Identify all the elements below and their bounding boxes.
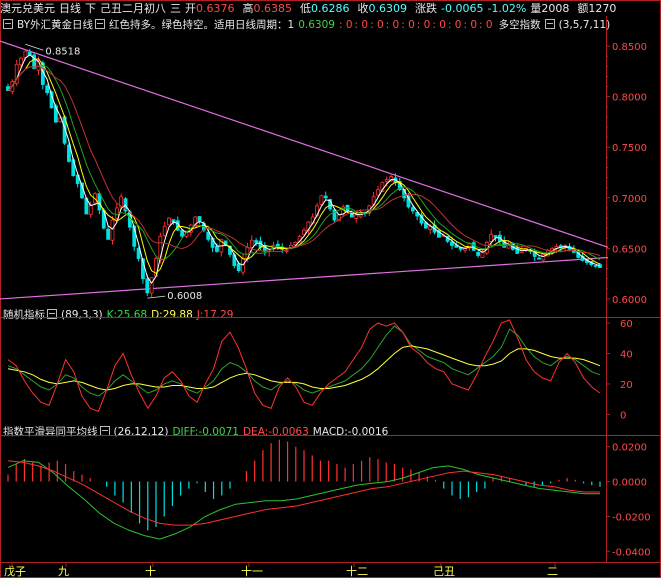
low-annotation: 0.6008 xyxy=(167,291,202,302)
macd-y-label: -0.0200 xyxy=(612,512,651,523)
kdj-y-label: 40 xyxy=(620,349,633,360)
kdj-y-label: 60 xyxy=(620,319,633,330)
kdj-panel[interactable] xyxy=(7,319,601,412)
candle-body xyxy=(236,263,241,272)
candle-body xyxy=(354,214,359,219)
candle-body xyxy=(493,235,498,238)
x-tick-label: 戊子 xyxy=(4,565,26,578)
high-annotation: 0.8518 xyxy=(45,46,80,57)
kdj-j-line xyxy=(7,319,601,412)
candle-body xyxy=(541,254,546,261)
candle-body xyxy=(162,225,167,236)
candle-body xyxy=(254,240,259,243)
low-annotation-line xyxy=(147,295,166,299)
candle-body xyxy=(384,179,389,183)
y-tick-label: 0.8500 xyxy=(612,42,647,53)
candle-body xyxy=(106,228,111,240)
candle-body xyxy=(110,219,115,241)
x-axis: 戊子 九 十 十一 十二 己丑 二 xyxy=(4,562,558,578)
kdj-d-line xyxy=(7,345,601,391)
x-tick-label: 己丑 xyxy=(433,565,455,578)
candle-body xyxy=(471,242,476,251)
macd-y-label: 0.0000 xyxy=(612,478,647,489)
y-tick-label: 0.7500 xyxy=(612,143,647,154)
chart-canvas[interactable]: 0.8518 0.6008 0.8500 0.8000 0.7500 0.7000 0.6… xyxy=(0,0,661,578)
candle-body xyxy=(149,277,154,294)
moving-average-line xyxy=(7,65,601,257)
candle-body xyxy=(476,252,481,256)
candle-body xyxy=(323,195,328,199)
x-tick-label: 十 xyxy=(145,564,156,578)
kdj-k-line xyxy=(7,325,601,397)
candle-body xyxy=(167,217,171,226)
kdj-y-label: 20 xyxy=(620,380,633,391)
candle-body xyxy=(97,193,102,211)
y-axis: 0.8500 0.8000 0.7500 0.7000 0.6500 0.6000 60 40… xyxy=(606,42,651,558)
candle-body xyxy=(376,189,380,196)
candle-body xyxy=(489,233,494,243)
candle-body xyxy=(450,241,454,246)
y-tick-label: 0.6000 xyxy=(612,295,647,306)
candle-body xyxy=(45,85,50,94)
kdj-y-label: 0 xyxy=(620,410,626,421)
x-tick-label: 二 xyxy=(547,565,558,578)
price-panel[interactable]: 0.8518 0.6008 xyxy=(0,40,609,302)
high-annotation-line xyxy=(25,43,44,51)
y-tick-label: 0.6500 xyxy=(612,244,647,255)
candle-body xyxy=(19,57,23,66)
y-tick-label: 0.7000 xyxy=(612,194,647,205)
candle-body xyxy=(180,229,185,237)
candle-body xyxy=(215,246,219,252)
macd-y-label: -0.0400 xyxy=(612,547,651,558)
x-tick-label: 十一 xyxy=(241,564,263,578)
trendline-lower xyxy=(0,256,609,300)
candle-body xyxy=(410,207,415,212)
x-tick-label: 九 xyxy=(58,565,69,578)
candle-body xyxy=(114,207,119,219)
macd-y-label: 0.0200 xyxy=(612,443,647,454)
candle-body xyxy=(145,278,150,294)
candle-body xyxy=(537,257,541,260)
moving-average-line xyxy=(7,58,601,274)
macd-panel[interactable] xyxy=(7,439,601,540)
candle-body xyxy=(249,239,254,248)
x-tick-label: 十二 xyxy=(346,564,368,578)
candle-body xyxy=(88,204,93,215)
y-tick-label: 0.8000 xyxy=(612,93,647,104)
chart-window: 澳元兑美元 日线下己丑二月初八三开0.6376 高0.6385 低0.6286 收0.6… xyxy=(0,0,661,578)
candle-body xyxy=(593,265,598,267)
candle-body xyxy=(319,195,324,205)
